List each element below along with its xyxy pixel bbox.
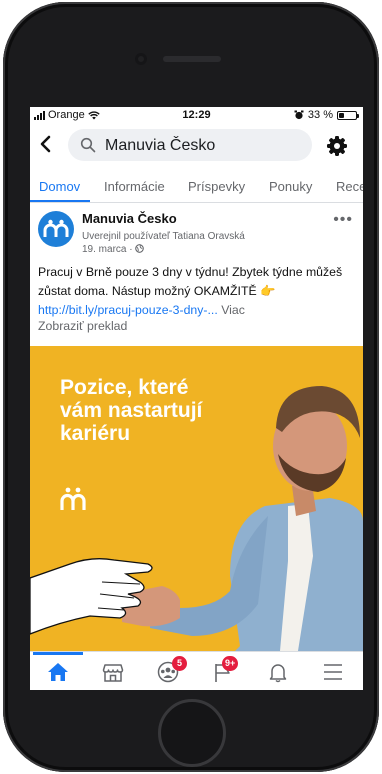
manuvia-brand-icon — [60, 487, 86, 510]
back-arrow-icon[interactable] — [36, 133, 56, 155]
search-query: Manuvia Česko — [105, 137, 216, 154]
translate-link[interactable]: Zobraziť preklad — [38, 319, 127, 333]
page-tabs: Domov Informácie Príspevky Ponuky Rece — [30, 169, 363, 203]
nav-pages[interactable]: 9+ — [198, 652, 248, 690]
pages-badge: 9+ — [222, 656, 239, 671]
bottom-nav: 5 9+ — [30, 651, 363, 690]
nav-home[interactable] — [33, 652, 83, 690]
page-name[interactable]: Manuvia Česko — [82, 211, 177, 226]
battery-icon — [337, 110, 359, 120]
nav-marketplace[interactable] — [88, 652, 138, 690]
globe-icon — [135, 244, 145, 253]
earpiece-speaker — [163, 56, 221, 62]
app-screen: Orange 12:29 33 % Manuvia Česko Domov In… — [30, 107, 363, 690]
active-tab-indicator — [30, 200, 90, 202]
post-date: 19. marca · — [82, 244, 145, 255]
settings-gear-icon[interactable] — [326, 135, 348, 157]
groups-badge: 5 — [172, 656, 187, 671]
tab-domov[interactable]: Domov — [39, 179, 80, 194]
nav-menu[interactable] — [308, 652, 358, 690]
post-header: Manuvia Česko Uverejnil používateľ Tatia… — [30, 211, 363, 263]
front-camera — [135, 53, 147, 65]
post-image[interactable]: Pozice, které vám nastartují kariéru — [30, 346, 363, 651]
home-button[interactable] — [158, 699, 226, 767]
alarm-icon — [294, 110, 304, 120]
tab-informacie[interactable]: Informácie — [104, 179, 165, 194]
menu-icon — [324, 664, 342, 680]
tab-ponuky[interactable]: Ponuky — [269, 179, 312, 194]
posted-by: Uverejnil používateľ Tatiana Oravská — [82, 231, 245, 242]
status-bar: Orange 12:29 33 % — [30, 107, 363, 123]
post-link-row: http://bit.ly/pracuj-pouze-3-dny-... Via… — [38, 301, 358, 320]
search-icon — [80, 137, 96, 153]
more-options-icon[interactable]: ••• — [333, 211, 353, 229]
image-headline: Pozice, které vám nastartují kariéru — [60, 376, 203, 445]
search-header: Manuvia Česko — [30, 125, 363, 165]
home-icon — [48, 663, 68, 681]
tab-prispevky[interactable]: Príspevky — [188, 179, 245, 194]
tab-recenzie[interactable]: Rece — [336, 179, 363, 194]
manuvia-logo-icon — [43, 219, 69, 237]
notifications-bell-icon — [269, 664, 287, 683]
post-text: Pracuj v Brně pouze 3 dny v týdnu! Zbyte… — [38, 265, 343, 298]
search-input[interactable]: Manuvia Česko — [68, 129, 312, 161]
battery-percent: 33 % — [307, 109, 333, 121]
marketplace-icon — [102, 664, 124, 682]
page-avatar[interactable] — [38, 211, 74, 247]
nav-groups[interactable]: 5 — [143, 652, 193, 690]
nav-notifications[interactable] — [253, 652, 303, 690]
see-more-link[interactable]: Viac — [221, 303, 245, 317]
post-link[interactable]: http://bit.ly/pracuj-pouze-3-dny-... — [38, 303, 218, 317]
